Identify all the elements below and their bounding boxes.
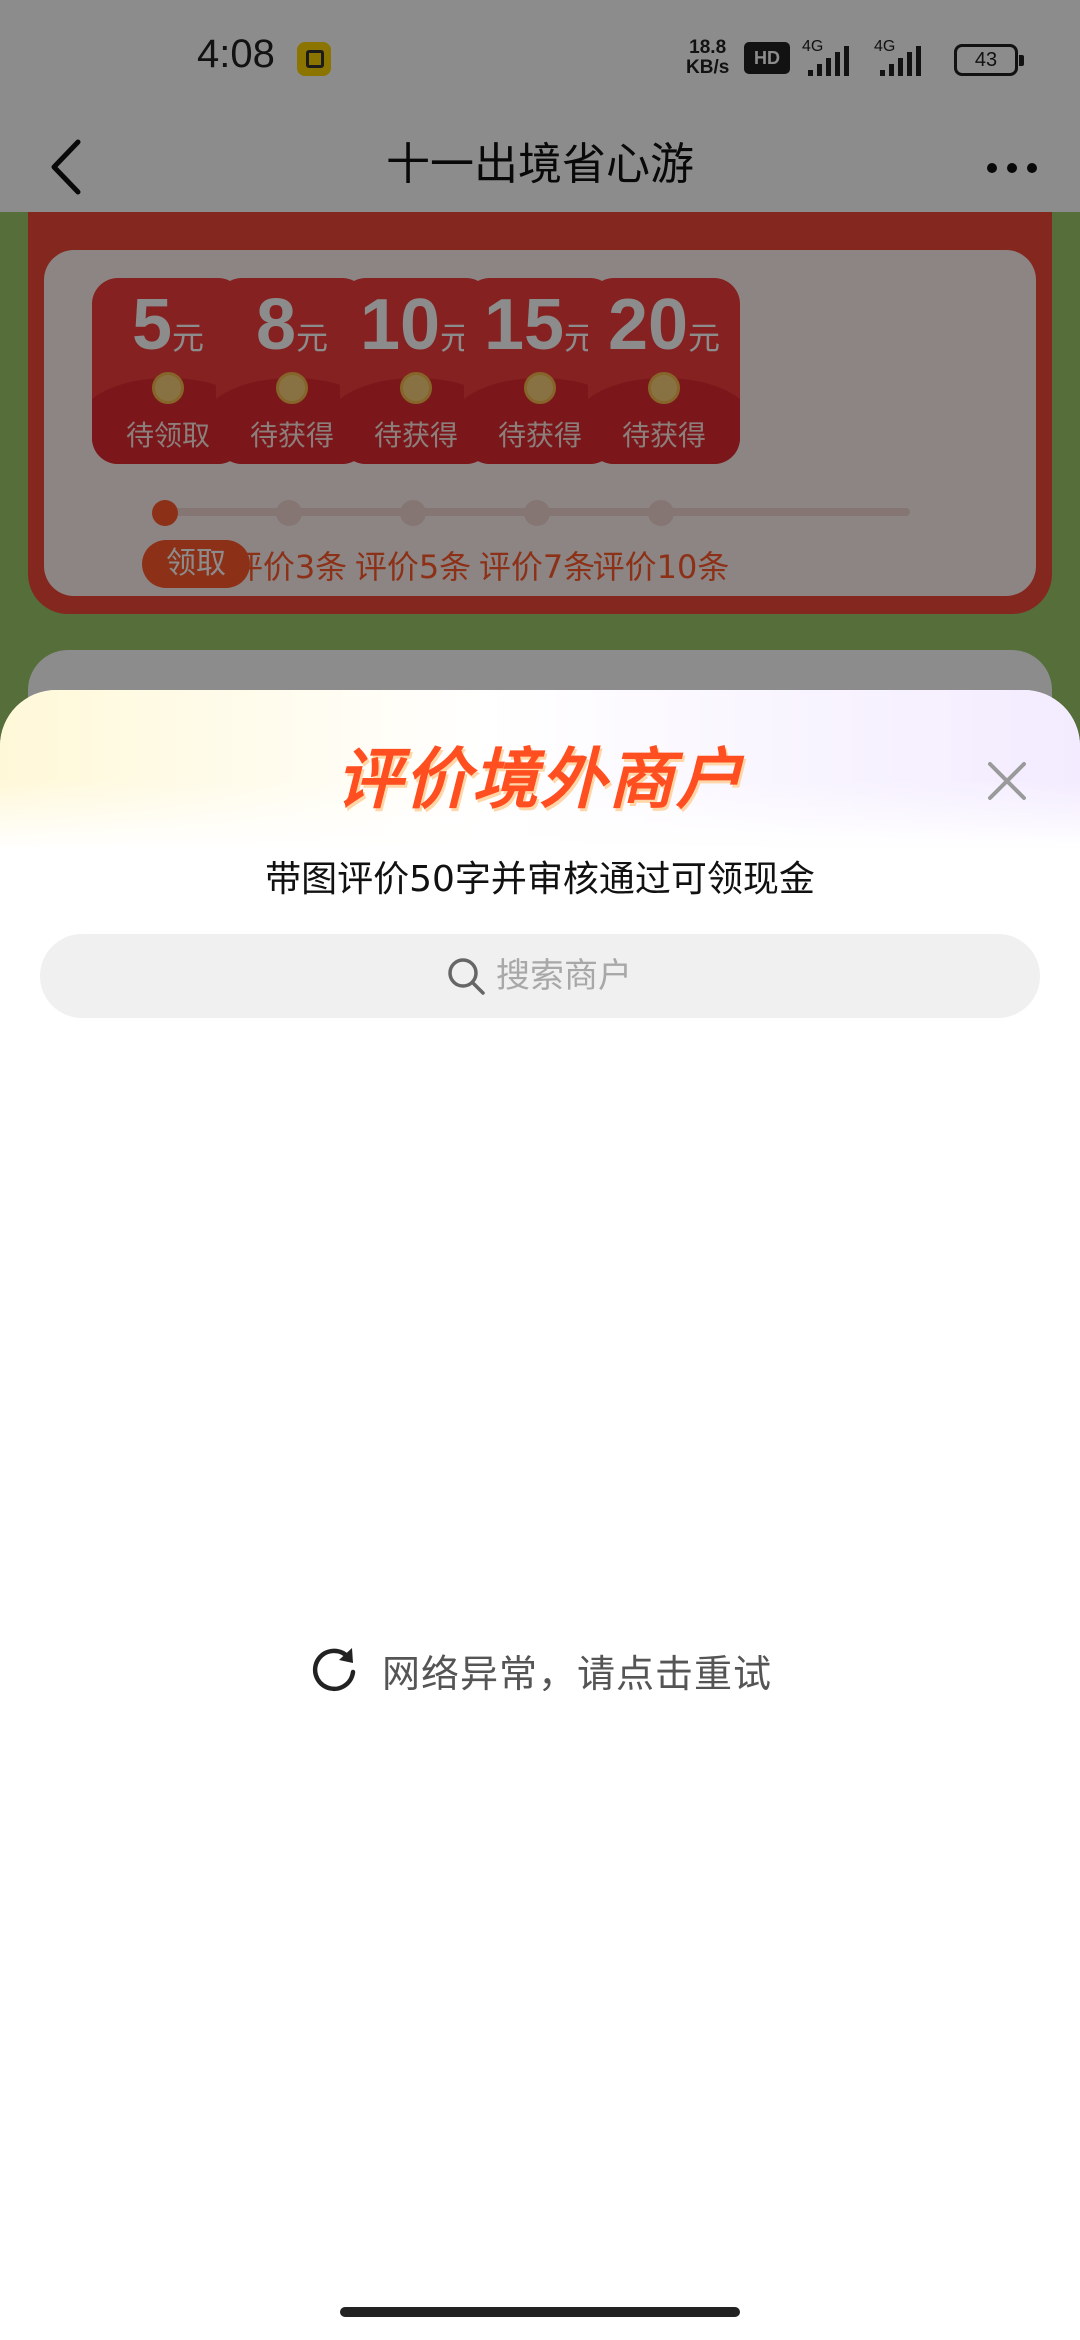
sheet-title: 评价境外商户 (336, 741, 744, 818)
home-indicator[interactable] (340, 2307, 740, 2317)
error-message[interactable]: 网络异常，请点击重试 (382, 1643, 772, 1698)
merchant-review-sheet: 评价境外商户 带图评价50字并审核通过可领现金 网络异常，请点击重试 (0, 690, 1080, 2340)
refresh-icon[interactable] (308, 1644, 360, 1696)
sheet-subtitle: 带图评价50字并审核通过可领现金 (265, 859, 815, 900)
search-bar[interactable] (40, 934, 1040, 1018)
close-icon[interactable] (986, 760, 1028, 802)
search-input[interactable] (496, 934, 996, 1018)
network-error-retry[interactable]: 网络异常，请点击重试 (0, 1640, 1080, 1700)
search-icon (448, 958, 485, 995)
